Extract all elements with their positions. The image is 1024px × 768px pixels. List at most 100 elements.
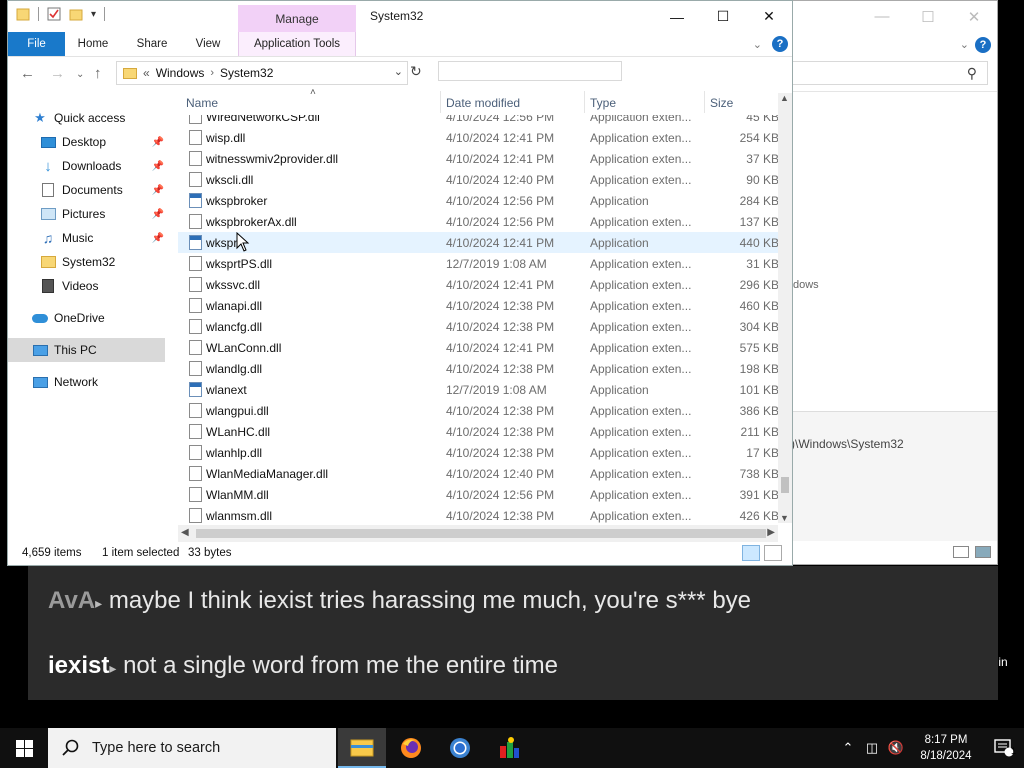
scroll-left-icon[interactable]: ◀	[181, 527, 189, 538]
volume-muted-icon[interactable]: 🔇	[884, 740, 908, 756]
close-icon[interactable]: ✕	[951, 1, 997, 32]
chevron-down-icon[interactable]: ⌄	[394, 65, 403, 78]
table-row[interactable]: wlancfg.dll 4/10/2024 12:38 PM Application…	[178, 316, 783, 337]
scroll-up-icon[interactable]: ▲	[780, 93, 789, 103]
table-row[interactable]: wlandlg.dll 4/10/2024 12:38 PM Application…	[178, 358, 783, 379]
table-row[interactable]: wksprtPS.dll 12/7/2019 1:08 AM Application…	[178, 253, 783, 274]
address-bar[interactable]: « Windows › System32 ⌄	[116, 61, 408, 85]
nav-this-pc[interactable]: This PC	[8, 338, 165, 362]
pin-icon[interactable]: 📌	[152, 233, 164, 244]
background-explorer-window[interactable]: — ☐ ✕ ⌄ ? ⚲ dows )\Windows\System32	[790, 0, 998, 565]
network-icon[interactable]: ◫	[860, 740, 884, 756]
maximize-icon[interactable]: ☐	[905, 1, 951, 32]
title-bar[interactable]: ▾ Manage System32 — ☐ ✕	[8, 1, 792, 32]
column-name[interactable]: Name	[186, 96, 218, 110]
table-row[interactable]: wkssvc.dll 4/10/2024 12:41 PM Application …	[178, 274, 783, 295]
pin-icon[interactable]: 📌	[152, 209, 164, 220]
divider[interactable]	[440, 91, 441, 113]
back-search-box[interactable]: ⚲	[791, 61, 988, 85]
table-row[interactable]: wkspbroker 4/10/2024 12:56 PM Application 2…	[178, 190, 783, 211]
minimize-icon[interactable]: —	[859, 1, 905, 32]
maximize-icon[interactable]: ☐	[700, 1, 746, 32]
scroll-thumb[interactable]	[196, 529, 766, 538]
chevron-right-icon[interactable]: ›	[210, 67, 214, 79]
table-row[interactable]: wkspr 4/10/2024 12:41 PM Application 440 KB	[178, 232, 783, 253]
scroll-right-icon[interactable]: ▶	[767, 527, 775, 538]
start-button[interactable]	[0, 728, 48, 768]
close-icon[interactable]: ✕	[746, 1, 792, 32]
qat-dropdown-icon[interactable]: ▾	[91, 9, 96, 20]
search-input[interactable]	[438, 61, 622, 81]
nav-music[interactable]: ♫ Music 📌	[40, 226, 166, 250]
divider[interactable]	[584, 91, 585, 113]
minimize-icon[interactable]: —	[654, 1, 700, 32]
details-view-icon[interactable]	[742, 545, 760, 561]
new-folder-icon[interactable]	[69, 7, 83, 21]
vertical-scrollbar[interactable]: ▲ ▼	[778, 93, 792, 523]
table-row[interactable]: WlanMM.dll 4/10/2024 12:56 PM Application …	[178, 484, 783, 505]
table-row[interactable]: WLanHC.dll 4/10/2024 12:38 PM Application …	[178, 421, 783, 442]
table-row[interactable]: wlanhlp.dll 4/10/2024 12:38 PM Application…	[178, 442, 783, 463]
table-row[interactable]: wisp.dll 4/10/2024 12:41 PM Application ex…	[178, 127, 783, 148]
tab-view[interactable]: View	[188, 32, 228, 56]
table-row[interactable]: wkscli.dll 4/10/2024 12:40 PM Application …	[178, 169, 783, 190]
help-icon[interactable]: ?	[975, 36, 991, 53]
table-row[interactable]: wkspbrokerAx.dll 4/10/2024 12:56 PM Applic…	[178, 211, 783, 232]
breadcrumb-windows[interactable]: Windows	[156, 66, 205, 80]
nav-downloads[interactable]: ↓ Downloads 📌	[40, 154, 166, 178]
scroll-thumb[interactable]	[781, 477, 789, 493]
large-icons-view-icon[interactable]	[764, 545, 782, 561]
nav-videos[interactable]: Videos	[40, 274, 166, 298]
action-center-button[interactable]: 1	[984, 739, 1024, 757]
column-size[interactable]: Size	[710, 96, 733, 110]
nav-documents[interactable]: Documents 📌	[40, 178, 166, 202]
table-row[interactable]: wlanapi.dll 4/10/2024 12:38 PM Application…	[178, 295, 783, 316]
table-row[interactable]: WlanMediaManager.dll 4/10/2024 12:40 PM Ap…	[178, 463, 783, 484]
divider[interactable]	[704, 91, 705, 113]
column-type[interactable]: Type	[590, 96, 616, 110]
horizontal-scrollbar[interactable]: ◀ ▶	[178, 525, 778, 542]
breadcrumb-system32[interactable]: System32	[220, 66, 273, 80]
pin-icon[interactable]: 📌	[152, 161, 164, 172]
nav-desktop[interactable]: Desktop 📌	[40, 130, 166, 154]
table-row[interactable]: wlanmsm.dll 4/10/2024 12:38 PM Application…	[178, 505, 783, 525]
refresh-icon[interactable]: ↻	[410, 63, 422, 80]
up-arrow-icon[interactable]: ↑	[94, 65, 102, 82]
table-row[interactable]: witnesswmiv2provider.dll 4/10/2024 12:41 …	[178, 148, 783, 169]
tab-home[interactable]: Home	[70, 32, 116, 56]
column-date-modified[interactable]: Date modified	[446, 96, 520, 110]
tab-application-tools[interactable]: Application Tools	[238, 32, 356, 56]
clock[interactable]: 8:17 PM 8/18/2024	[908, 732, 984, 764]
table-row[interactable]: WLanConn.dll 4/10/2024 12:41 PM Applicatio…	[178, 337, 783, 358]
tab-file[interactable]: File	[8, 32, 65, 56]
file-explorer-window[interactable]: ▾ Manage System32 — ☐ ✕ File Home Share …	[7, 0, 793, 566]
back-arrow-icon[interactable]: ←	[20, 65, 35, 82]
forward-arrow-icon[interactable]: →	[50, 65, 65, 82]
scroll-down-icon[interactable]: ▼	[780, 513, 789, 523]
table-row[interactable]: wlanext 12/7/2019 1:08 AM Application 101 K…	[178, 379, 783, 400]
nav-quick-access[interactable]: ★ Quick access	[32, 106, 190, 130]
nav-system32[interactable]: System32	[40, 250, 166, 274]
details-view-icon[interactable]	[953, 546, 969, 558]
nav-pictures[interactable]: Pictures 📌	[40, 202, 166, 226]
expand-ribbon-icon[interactable]: ⌄	[753, 38, 762, 51]
chevron-down-icon[interactable]: ⌄	[960, 38, 969, 51]
address-overflow[interactable]: «	[143, 66, 150, 80]
folder-icon[interactable]	[16, 7, 30, 21]
table-row[interactable]: wlangpui.dll 4/10/2024 12:38 PM Applicatio…	[178, 400, 783, 421]
app-taskbar-button[interactable]	[485, 728, 533, 768]
chrome-taskbar-button[interactable]	[436, 728, 484, 768]
help-icon[interactable]: ?	[772, 36, 788, 52]
firefox-taskbar-button[interactable]	[387, 728, 435, 768]
pin-icon[interactable]: 📌	[152, 137, 164, 148]
tab-share[interactable]: Share	[130, 32, 174, 56]
pin-icon[interactable]: 📌	[152, 185, 164, 196]
properties-icon[interactable]	[47, 7, 61, 21]
nav-network[interactable]: Network	[32, 370, 190, 394]
nav-onedrive[interactable]: OneDrive	[32, 306, 190, 330]
taskbar-search-box[interactable]: Type here to search	[48, 728, 336, 768]
large-icons-view-icon[interactable]	[975, 546, 991, 558]
recent-locations-icon[interactable]: ⌄	[76, 69, 84, 80]
manage-context-tab[interactable]: Manage	[238, 5, 356, 32]
file-explorer-taskbar-button[interactable]	[338, 728, 386, 768]
